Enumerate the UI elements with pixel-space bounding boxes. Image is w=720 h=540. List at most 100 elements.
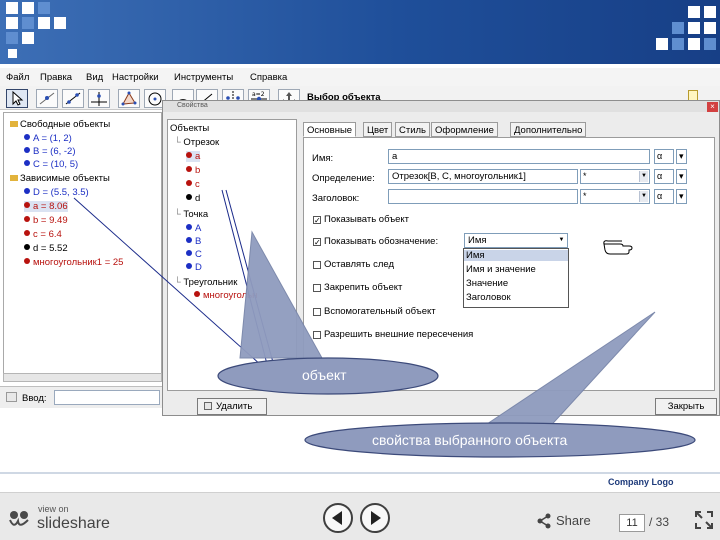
delete-icon — [204, 402, 212, 410]
intersections-label: Разрешить внешние пересечения — [324, 329, 474, 340]
fullscreen-icon[interactable] — [694, 510, 714, 533]
tree-group-segment[interactable]: └ Отрезок — [174, 137, 219, 148]
definition-field[interactable]: Отрезок[B, C, многоугольник1] — [388, 169, 578, 184]
free-objects-header[interactable]: Свободные объекты — [10, 119, 110, 130]
input-help-icon[interactable] — [6, 392, 17, 402]
delete-button[interactable]: Удалить — [197, 398, 267, 415]
object-tree: Объекты └ Отрезок a b c d └ Точка A B C … — [167, 119, 297, 391]
slideshare-brand[interactable]: slideshare — [37, 515, 110, 533]
tab-basic[interactable]: Основные — [303, 122, 357, 137]
trace-label: Оставлять след — [324, 259, 395, 270]
tree-item[interactable]: b — [186, 165, 200, 176]
tree-root[interactable]: Объекты — [170, 123, 209, 134]
algebra-item-selected[interactable]: a = 8.06 — [24, 201, 68, 212]
move-tool-icon[interactable] — [6, 89, 28, 108]
algebra-scrollbar[interactable] — [3, 373, 162, 382]
dialog-titlebar[interactable]: Свойства × — [163, 101, 719, 112]
algebra-item[interactable]: b = 9.49 — [24, 215, 68, 226]
tree-item[interactable]: d — [186, 193, 200, 204]
prev-arrow-icon — [332, 511, 342, 525]
pointer-hand-icon — [602, 235, 636, 258]
slideshare-bar: view on slideshare Share 11 / 33 — [0, 492, 720, 540]
menu-edit[interactable]: Правка — [40, 72, 72, 83]
close-button[interactable]: Закрыть — [655, 398, 717, 415]
algebra-item[interactable]: c = 6.4 — [24, 229, 62, 240]
chevron-down-icon[interactable]: ▾ — [676, 189, 687, 204]
algebra-item[interactable]: d = 5.52 — [24, 243, 68, 254]
caption-field[interactable] — [388, 189, 578, 204]
intersections-checkbox[interactable] — [313, 331, 321, 339]
object-properties-dialog: Свойства × Объекты └ Отрезок a b c d └ Т… — [162, 100, 720, 416]
caption-symbol-select[interactable]: * ▼ — [580, 189, 650, 204]
slide-header-band — [0, 0, 720, 64]
option-caption[interactable]: Заголовок — [466, 292, 511, 303]
menu-view[interactable]: Вид — [86, 72, 103, 83]
tree-item[interactable]: C — [186, 249, 202, 260]
algebra-item[interactable]: многоугольник1 = 25 — [24, 257, 123, 268]
show-label-label: Показывать обозначение: — [324, 236, 439, 247]
prev-slide-button[interactable] — [323, 503, 353, 533]
algebra-item[interactable]: D = (5.5, 3.5) — [24, 187, 89, 198]
line-tool-icon[interactable] — [62, 89, 84, 108]
show-object-checkbox[interactable]: ✓ — [313, 216, 321, 225]
tree-item-selected[interactable]: a — [186, 151, 201, 162]
tab-style[interactable]: Стиль — [395, 122, 431, 137]
chevron-down-icon[interactable]: ▾ — [676, 169, 687, 184]
tree-item[interactable]: D — [186, 262, 202, 273]
algebra-item[interactable]: A = (1, 2) — [24, 133, 72, 144]
tab-appearance[interactable]: Оформление — [431, 122, 498, 137]
alpha-button[interactable]: α — [654, 189, 674, 204]
show-object-label: Показывать объект — [324, 214, 410, 225]
basic-tab-panel: Имя: a α ▾ Определение: Отрезок[B, C, мн… — [303, 137, 715, 391]
show-label-checkbox[interactable]: ✓ — [313, 238, 321, 247]
alpha-button[interactable]: α — [654, 149, 674, 164]
tree-item[interactable]: многоугольн — [194, 290, 257, 301]
tree-item[interactable]: c — [186, 179, 200, 190]
share-icon[interactable] — [536, 513, 552, 532]
definition-symbol-select[interactable]: * ▼ — [580, 169, 650, 184]
tab-advanced[interactable]: Дополнительно — [510, 122, 587, 137]
input-field[interactable] — [54, 390, 160, 405]
name-field[interactable]: a — [388, 149, 650, 164]
menu-help[interactable]: Справка — [250, 72, 287, 83]
next-arrow-icon — [371, 511, 381, 525]
algebra-view: Свободные объекты A = (1, 2) B = (6, -2)… — [3, 112, 162, 382]
tree-item[interactable]: B — [186, 236, 201, 247]
tree-group-triangle[interactable]: └ Треугольник — [174, 277, 237, 288]
next-slide-button[interactable] — [360, 503, 390, 533]
dialog-title: Свойства — [177, 102, 208, 109]
tree-item[interactable]: A — [186, 223, 201, 234]
close-icon[interactable]: × — [707, 102, 718, 112]
chevron-down-icon[interactable]: ▾ — [676, 149, 687, 164]
alpha-button[interactable]: α — [654, 169, 674, 184]
company-logo: Company Logo — [608, 477, 674, 487]
perpendicular-tool-icon[interactable] — [88, 89, 110, 108]
option-name-value[interactable]: Имя и значение — [466, 264, 536, 275]
algebra-item[interactable]: B = (6, -2) — [24, 146, 76, 157]
definition-label: Определение: — [312, 173, 375, 184]
share-button[interactable]: Share — [556, 513, 591, 528]
current-page-input[interactable]: 11 — [619, 514, 645, 532]
name-label: Имя: — [312, 153, 334, 164]
menu-tools[interactable]: Инструменты — [174, 72, 233, 83]
menu-settings[interactable]: Настройки — [112, 72, 159, 83]
tab-color[interactable]: Цвет — [363, 122, 393, 137]
label-mode-options: Имя Имя и значение Значение Заголовок — [463, 248, 569, 308]
label-mode-select[interactable]: Имя ▼ — [464, 233, 568, 248]
point-tool-icon[interactable] — [36, 89, 58, 108]
menu-bar: Файл Правка Вид Настройки Инструменты Сп… — [0, 68, 720, 86]
auxiliary-checkbox[interactable] — [313, 308, 321, 316]
svg-text:a=2: a=2 — [252, 91, 265, 98]
trace-checkbox[interactable] — [313, 261, 321, 269]
polygon-tool-icon[interactable] — [118, 89, 140, 108]
option-value[interactable]: Значение — [466, 278, 508, 289]
fix-object-checkbox[interactable] — [313, 284, 321, 292]
properties-callout — [304, 422, 696, 458]
algebra-item[interactable]: C = (10, 5) — [24, 159, 78, 170]
slideshare-logo-icon[interactable] — [8, 509, 30, 532]
view-on-text: view on — [38, 504, 69, 514]
menu-file[interactable]: Файл — [6, 72, 29, 83]
dependent-objects-header[interactable]: Зависимые объекты — [10, 173, 110, 184]
tree-group-point[interactable]: └ Точка — [174, 209, 208, 220]
option-name[interactable]: Имя — [464, 250, 568, 261]
